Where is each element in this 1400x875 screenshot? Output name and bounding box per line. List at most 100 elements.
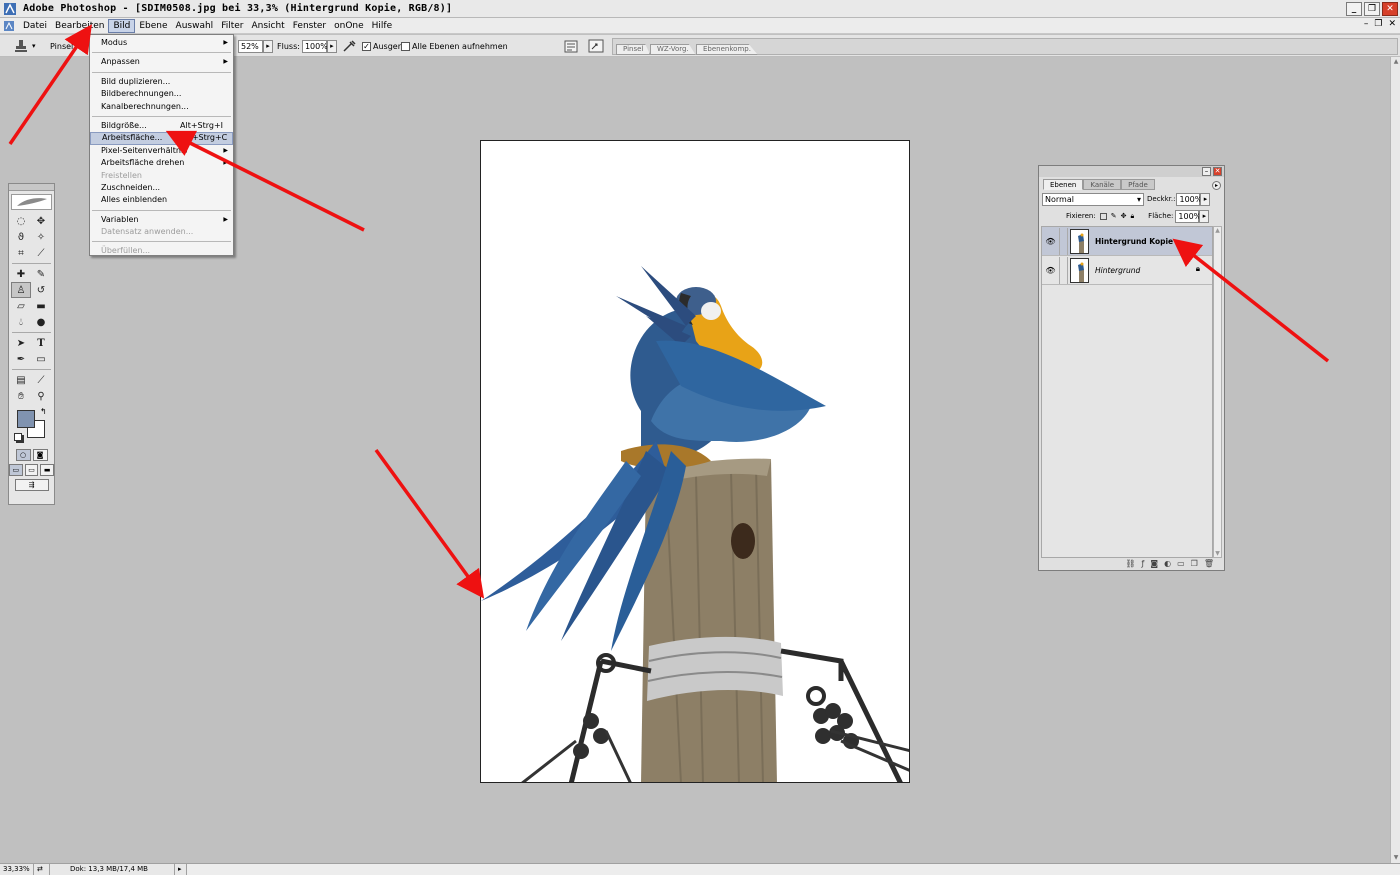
layer-opacity-field[interactable]: 100%	[1176, 192, 1202, 206]
new-group-icon[interactable]: ▭	[1177, 559, 1185, 570]
path-selection-tool-icon[interactable]: ➤	[11, 335, 31, 351]
menu-hilfe[interactable]: Hilfe	[368, 19, 396, 33]
healing-brush-tool-icon[interactable]: ✚	[11, 266, 31, 282]
layer-list-scrollbar[interactable]: ▲ ▼	[1213, 226, 1222, 558]
visibility-eye-icon[interactable]: 👁︎	[1044, 235, 1057, 248]
aligned-checkbox[interactable]: ✓	[362, 41, 371, 51]
screen-mode-full-icon[interactable]: ▬	[40, 464, 55, 476]
standard-mode-icon[interactable]: ○	[15, 449, 31, 461]
menu-item-zuschneiden[interactable]: Zuschneiden...	[90, 182, 233, 194]
menu-item-variablen[interactable]: Variablen ▶	[90, 214, 233, 226]
lock-transparency-icon[interactable]	[1099, 212, 1107, 220]
magic-wand-tool-icon[interactable]: ✧	[31, 229, 51, 245]
lock-position-icon[interactable]: ✥	[1121, 212, 1127, 220]
type-tool-icon[interactable]: T	[31, 335, 51, 351]
feather-logo-icon[interactable]	[11, 194, 52, 210]
visibility-eye-icon[interactable]: 👁︎	[1044, 264, 1057, 277]
tool-preset-picker[interactable]: ▾	[14, 39, 36, 53]
workspace-scrollbar[interactable]: ▲ ▼	[1390, 57, 1400, 863]
jump-to-imageready-icon[interactable]: ⇶	[14, 479, 49, 491]
pen-tool-icon[interactable]: ✒	[11, 351, 31, 367]
scroll-up-icon[interactable]: ▲	[1391, 57, 1400, 67]
layer-mask-icon[interactable]: ◙	[1150, 559, 1158, 570]
gradient-tool-icon[interactable]: ▬	[31, 298, 51, 314]
brush-size[interactable]: 13	[77, 42, 86, 50]
doc-restore-icon[interactable]: ❐	[1374, 19, 1382, 29]
tab-paths[interactable]: Pfade	[1121, 179, 1155, 190]
palette-minimize-icon[interactable]: –	[1202, 167, 1211, 176]
scroll-down-icon[interactable]: ▼	[1214, 550, 1221, 557]
layer-link-column[interactable]	[1059, 256, 1068, 284]
swap-colors-icon[interactable]: ↰	[40, 407, 47, 416]
close-button[interactable]: ✕	[1382, 2, 1398, 16]
menu-item-arbeitsfläche-drehen[interactable]: Arbeitsfläche drehen ▶	[90, 157, 233, 169]
menu-item-bildgröße[interactable]: Bildgröße... Alt+Strg+I	[90, 120, 233, 132]
menu-filter[interactable]: Filter	[217, 19, 247, 33]
flow-arrow-button[interactable]: ▸	[326, 39, 337, 53]
fill-field[interactable]: 100%	[1175, 209, 1201, 223]
lock-all-icon[interactable]: 🔒︎	[1130, 212, 1134, 221]
slice-tool-icon[interactable]: ⟋	[31, 245, 51, 261]
eyedropper-tool-icon[interactable]: ⟋	[31, 372, 51, 388]
tab-layers[interactable]: Ebenen	[1043, 179, 1084, 190]
palette-well-tab-layer-comps[interactable]: Ebenenkomp.	[696, 44, 758, 55]
layers-palette-title-bar[interactable]: – ✕	[1039, 166, 1224, 177]
tab-channels[interactable]: Kanäle	[1083, 179, 1122, 190]
doc-close-icon[interactable]: ✕	[1388, 19, 1396, 29]
zoom-level[interactable]: 33,33%	[0, 864, 34, 875]
blur-tool-icon[interactable]: 💧︎	[11, 314, 31, 330]
opacity-field[interactable]: 52%	[238, 39, 263, 53]
marquee-tool-icon[interactable]: ◌	[11, 213, 31, 229]
brush-tool-icon[interactable]: ✎	[31, 266, 51, 282]
palette-toggle-icon[interactable]	[588, 39, 604, 53]
layer-opacity-arrow-button[interactable]: ▸	[1200, 192, 1211, 206]
menu-item-bild-duplizieren[interactable]: Bild duplizieren...	[90, 76, 233, 88]
airbrush-icon[interactable]	[342, 39, 357, 53]
scroll-down-icon[interactable]: ▼	[1391, 853, 1400, 863]
menu-item-modus[interactable]: Modus ▶	[90, 37, 233, 49]
layer-link-column[interactable]	[1059, 227, 1068, 255]
menu-item-anpassen[interactable]: Anpassen ▶	[90, 56, 233, 68]
status-menu-arrow-icon[interactable]: ▸	[175, 864, 187, 875]
fill-arrow-button[interactable]: ▸	[1199, 209, 1210, 223]
layer-row[interactable]: 👁︎ Hintergrund Kopie	[1042, 227, 1212, 256]
zoom-tool-icon[interactable]: ⚲	[31, 388, 51, 404]
doc-minimize-icon[interactable]: –	[1364, 19, 1369, 29]
palette-close-icon[interactable]: ✕	[1213, 167, 1222, 176]
menu-bild[interactable]: Bild	[108, 18, 136, 33]
menu-item-bildberechnungen[interactable]: Bildberechnungen...	[90, 88, 233, 100]
menu-auswahl[interactable]: Auswahl	[172, 19, 218, 33]
quick-mask-mode-icon[interactable]: ◙	[32, 449, 48, 461]
foreground-color-swatch[interactable]	[17, 410, 35, 428]
palette-menu-icon[interactable]: ▸	[1212, 181, 1221, 190]
adjustment-layer-icon[interactable]: ◐	[1164, 559, 1171, 570]
menu-item-alles-einblenden[interactable]: Alles einblenden	[90, 194, 233, 206]
minimize-button[interactable]: _	[1346, 2, 1362, 16]
history-brush-tool-icon[interactable]: ↺	[31, 282, 51, 298]
new-layer-icon[interactable]: ❐	[1191, 559, 1198, 570]
default-colors-icon[interactable]	[14, 433, 22, 441]
menu-item-arbeitsfläche[interactable]: Arbeitsfläche... Alt+Strg+C	[90, 132, 233, 145]
palette-well-tab-tool-presets[interactable]: WZ-Vorg.	[650, 44, 696, 55]
toolbox-title-bar[interactable]	[9, 184, 54, 191]
menu-onone[interactable]: onOne	[330, 19, 368, 33]
document-canvas[interactable]	[480, 140, 910, 783]
scroll-up-icon[interactable]: ▲	[1214, 227, 1221, 234]
screen-mode-standard-icon[interactable]: ▭	[9, 464, 23, 476]
menu-ansicht[interactable]: Ansicht	[247, 19, 288, 33]
menu-fenster[interactable]: Fenster	[289, 19, 330, 33]
menu-item-pixel-seitenverhältnis[interactable]: Pixel-Seitenverhältnis ▶	[90, 145, 233, 157]
status-preview-icon[interactable]: ⇄	[34, 864, 50, 875]
opacity-arrow-button[interactable]: ▸	[263, 39, 273, 53]
menu-datei[interactable]: Datei	[19, 19, 51, 33]
notes-tool-icon[interactable]: ▤	[11, 372, 31, 388]
move-tool-icon[interactable]: ✥	[31, 213, 51, 229]
dodge-tool-icon[interactable]: ●	[31, 314, 51, 330]
horizontal-scrollbar[interactable]	[187, 864, 1400, 875]
all-layers-checkbox[interactable]	[401, 41, 410, 51]
eraser-tool-icon[interactable]: ▱	[11, 298, 31, 314]
menu-item-kanalberechnungen[interactable]: Kanalberechnungen...	[90, 101, 233, 113]
shape-tool-icon[interactable]: ▭	[31, 351, 51, 367]
lock-pixels-icon[interactable]: ✎	[1111, 212, 1117, 220]
restore-button[interactable]: ❐	[1364, 2, 1380, 16]
